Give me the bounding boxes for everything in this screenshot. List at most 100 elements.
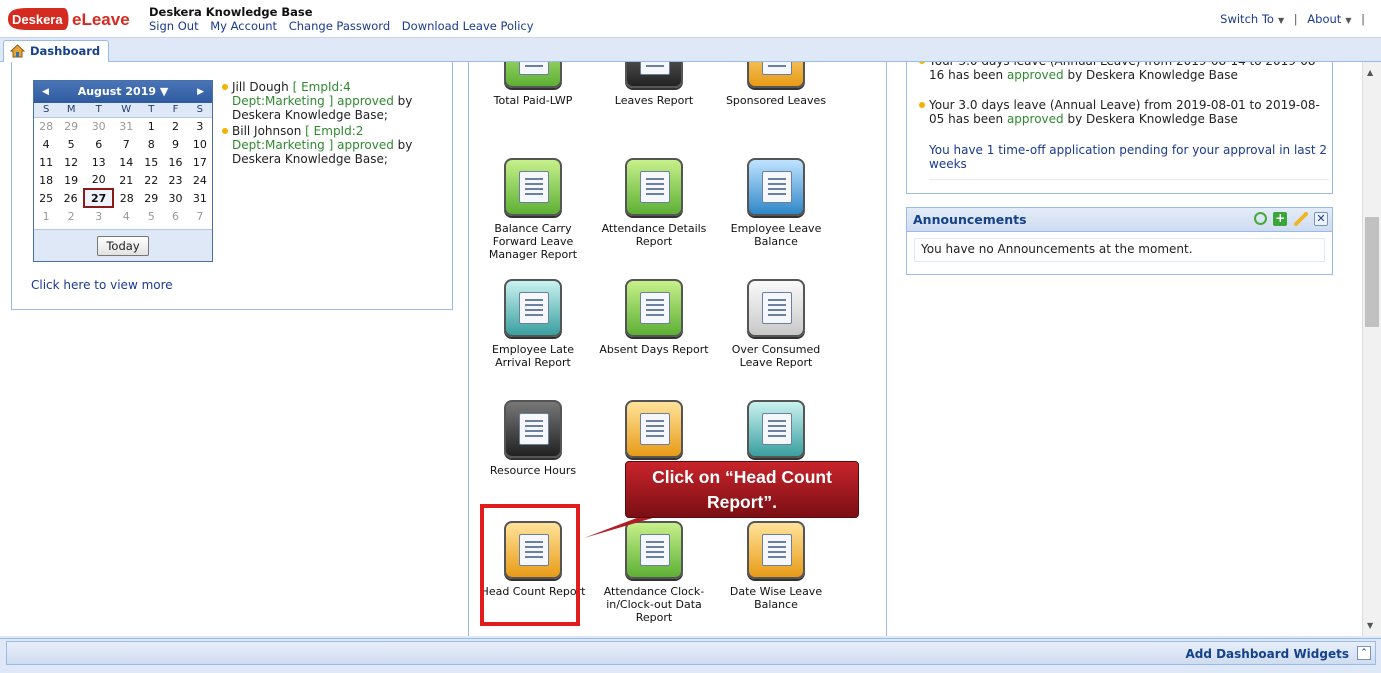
report-tile[interactable]: Attendance Details Report	[599, 158, 709, 248]
people-icon[interactable]	[747, 62, 805, 88]
report-label[interactable]: Employee Leave Balance	[731, 222, 822, 248]
calendar-day[interactable]: 16	[163, 153, 187, 171]
calendar-day[interactable]: 23	[163, 171, 187, 189]
user-icon[interactable]	[625, 400, 683, 458]
calendar-day[interactable]: 18	[34, 171, 58, 189]
my-account-link[interactable]: My Account	[210, 19, 277, 33]
calendar-day[interactable]: 12	[58, 153, 84, 171]
report-label[interactable]: Over Consumed Leave Report	[732, 343, 821, 369]
expand-up-icon[interactable]: ⌃	[1357, 646, 1371, 660]
report-tile[interactable]: Balance Carry Forward Leave Manager Repo…	[478, 158, 588, 261]
report-tile[interactable]	[721, 400, 831, 464]
report-label[interactable]: Total Paid-LWP	[494, 94, 573, 107]
report-tile[interactable]: Date Wise Leave Balance	[721, 521, 831, 611]
employee-balance-icon[interactable]	[747, 158, 805, 216]
change-password-link[interactable]: Change Password	[289, 19, 390, 33]
report-tile[interactable]: Employee Late Arrival Report	[478, 279, 588, 369]
calendar-day[interactable]: 7	[188, 207, 212, 225]
deskera-logo[interactable]: Deskera eLeave	[6, 6, 136, 32]
report-label[interactable]: Resource Hours	[490, 464, 576, 477]
calendar-day[interactable]: 25	[34, 189, 58, 207]
calendar-day[interactable]: 1	[34, 207, 58, 225]
calendar-day[interactable]: 30	[84, 117, 113, 135]
calendar-day[interactable]: 6	[163, 207, 187, 225]
report-tile[interactable]: Total Paid-LWP	[478, 62, 588, 107]
tab-dashboard[interactable]: Dashboard	[3, 40, 110, 63]
calendar-day[interactable]: 29	[139, 189, 163, 207]
calendar-day[interactable]: 13	[84, 153, 113, 171]
calendar-day[interactable]: 15	[139, 153, 163, 171]
calendar-day[interactable]: 21	[113, 171, 139, 189]
calendar-day[interactable]: 4	[113, 207, 139, 225]
about-menu[interactable]: About ▼	[1307, 12, 1351, 26]
calendar-day[interactable]: 30	[163, 189, 187, 207]
table-icon[interactable]	[625, 158, 683, 216]
calendar-day[interactable]: 6	[84, 135, 113, 153]
calendar-day[interactable]: 3	[84, 207, 113, 225]
report-label[interactable]: Leaves Report	[615, 94, 693, 107]
calendar-day[interactable]: 11	[34, 153, 58, 171]
scroll-up-icon[interactable]: ▲	[1367, 68, 1373, 77]
calendar-day[interactable]: 19	[58, 171, 84, 189]
calendar-day[interactable]: 2	[163, 117, 187, 135]
next-month-icon[interactable]: ▶	[197, 81, 204, 103]
calendar-day[interactable]: 3	[188, 117, 212, 135]
calendar-day[interactable]: 14	[113, 153, 139, 171]
calendar-day[interactable]: 20	[84, 171, 113, 189]
calendar-day[interactable]: 24	[188, 171, 212, 189]
switch-to-menu[interactable]: Switch To ▼	[1220, 12, 1284, 26]
date-wise-icon[interactable]	[747, 521, 805, 579]
report-label[interactable]: Employee Late Arrival Report	[492, 343, 574, 369]
calendar-day[interactable]: 1	[139, 117, 163, 135]
report-label[interactable]: Sponsored Leaves	[726, 94, 826, 107]
calendar-day[interactable]: 31	[188, 189, 212, 207]
calendar-day[interactable]: 9	[163, 135, 187, 153]
scrollbar-thumb[interactable]	[1365, 217, 1379, 327]
close-icon[interactable]: ✕	[1314, 212, 1328, 226]
calendar-day[interactable]: 2	[58, 207, 84, 225]
calendar-day[interactable]: 17	[188, 153, 212, 171]
report-label[interactable]: Attendance Details Report	[602, 222, 707, 248]
report-label[interactable]: Absent Days Report	[599, 343, 708, 356]
report-tile[interactable]	[599, 400, 709, 464]
report-label[interactable]: Attendance Clock-in/Clock-out Data Repor…	[604, 585, 705, 624]
calendar-day[interactable]: 22	[139, 171, 163, 189]
calendar-check-icon[interactable]	[504, 62, 562, 88]
month-picker[interactable]: August 2019 ▼	[78, 85, 169, 98]
report-tile[interactable]: Over Consumed Leave Report	[721, 279, 831, 369]
calendar-day[interactable]: 4	[34, 135, 58, 153]
view-more-link[interactable]: Click here to view more	[31, 278, 173, 292]
calendar-icon[interactable]	[747, 279, 805, 337]
sign-out-link[interactable]: Sign Out	[149, 19, 199, 33]
calendar-day[interactable]: 10	[188, 135, 212, 153]
refresh-icon[interactable]	[1253, 212, 1267, 225]
report-label[interactable]: Balance Carry Forward Leave Manager Repo…	[489, 222, 577, 261]
page-scrollbar[interactable]: ▲ ▼	[1362, 62, 1381, 636]
late-arrival-icon[interactable]	[504, 279, 562, 337]
prev-month-icon[interactable]: ◀	[42, 81, 49, 103]
today-button[interactable]: Today	[97, 236, 149, 256]
calendar-day[interactable]: 5	[139, 207, 163, 225]
add-icon[interactable]: +	[1273, 212, 1288, 226]
calendar-day[interactable]: 7	[113, 135, 139, 153]
report-tile[interactable]: Leaves Report	[599, 62, 709, 107]
calendar-day[interactable]: 27	[83, 188, 115, 208]
calendar-day[interactable]: 5	[58, 135, 84, 153]
add-dashboard-widgets-button[interactable]: Add Dashboard Widgets	[1185, 647, 1349, 661]
calendar-day[interactable]: 28	[113, 189, 139, 207]
edit-icon[interactable]	[1293, 212, 1308, 226]
calendar-day[interactable]: 31	[113, 117, 139, 135]
calendar-day[interactable]: 28	[34, 117, 58, 135]
report-tile[interactable]: Absent Days Report	[599, 279, 709, 356]
report-label[interactable]: Date Wise Leave Balance	[730, 585, 822, 611]
report-tile[interactable]: Sponsored Leaves	[721, 62, 831, 107]
signature-icon[interactable]	[747, 400, 805, 458]
report-tile[interactable]: Resource Hours	[478, 400, 588, 477]
carry-forward-icon[interactable]	[504, 158, 562, 216]
scroll-down-icon[interactable]: ▼	[1367, 621, 1373, 630]
report-tile[interactable]: Employee Leave Balance	[721, 158, 831, 248]
absent-days-icon[interactable]	[625, 279, 683, 337]
calendar-day[interactable]: 29	[58, 117, 84, 135]
pending-approvals-link[interactable]: You have 1 time-off application pending …	[929, 143, 1329, 180]
download-leave-policy-link[interactable]: Download Leave Policy	[402, 19, 534, 33]
